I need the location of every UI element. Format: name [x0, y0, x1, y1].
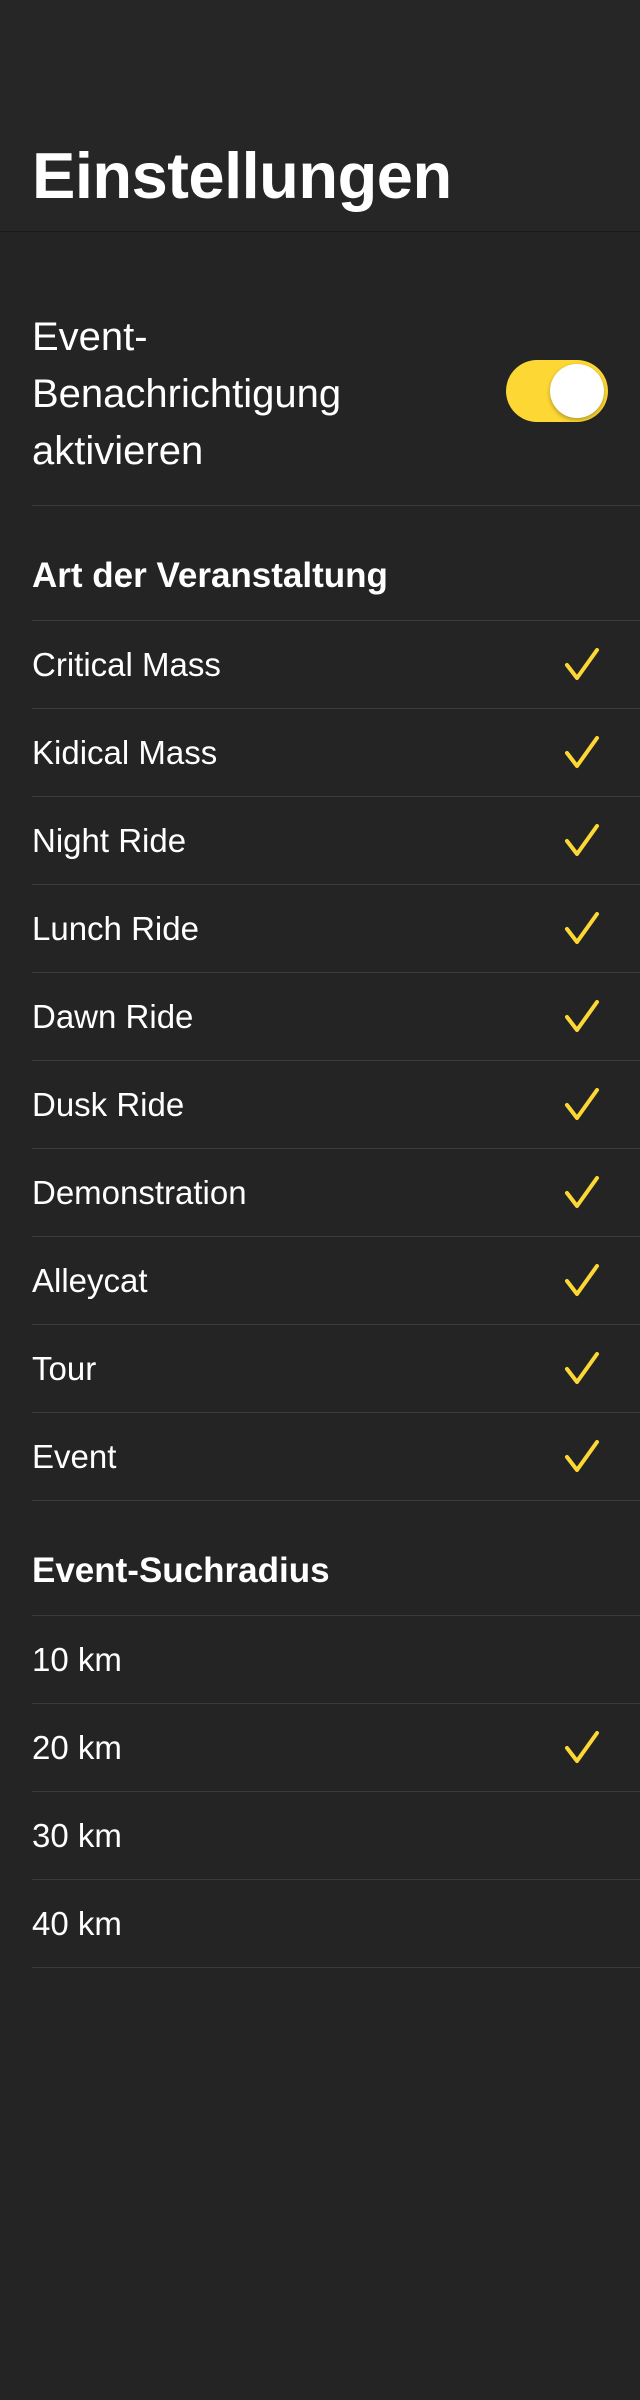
settings-list: Event- Benachrichtigung aktivieren Art d…: [0, 233, 640, 1968]
radius-label: 10 km: [32, 1641, 122, 1678]
event-type-label: Night Ride: [32, 822, 187, 859]
event-type-row-critical-mass[interactable]: Critical Mass: [32, 621, 640, 709]
radius-label: 40 km: [32, 1905, 122, 1942]
radius-row-30-km[interactable]: 30 km: [32, 1792, 640, 1880]
event-type-label: Lunch Ride: [32, 910, 199, 947]
event-type-row-dawn-ride[interactable]: Dawn Ride: [32, 973, 640, 1061]
page-title: Einstellungen: [32, 139, 452, 212]
event-type-label: Tour: [32, 1350, 97, 1387]
navigation-header: Einstellungen: [0, 0, 640, 232]
event-type-label: Critical Mass: [32, 646, 221, 683]
section-header-search-radius: Event-Suchradius: [32, 1501, 640, 1616]
checkmark-icon: [565, 1440, 599, 1472]
event-type-row-demonstration[interactable]: Demonstration: [32, 1149, 640, 1237]
search-radius-list: 10 km 20 km 30 km 40 km: [0, 1616, 640, 1968]
checkmark-icon: [565, 1731, 599, 1763]
event-type-label: Dawn Ride: [32, 998, 194, 1035]
event-type-row-night-ride[interactable]: Night Ride: [32, 797, 640, 885]
checkmark-icon: [565, 648, 599, 680]
checkmark-icon: [565, 824, 599, 856]
radius-row-20-km[interactable]: 20 km: [32, 1704, 640, 1792]
event-type-row-dusk-ride[interactable]: Dusk Ride: [32, 1061, 640, 1149]
checkmark-icon: [565, 1176, 599, 1208]
checkmark-icon: [565, 1000, 599, 1032]
radius-row-40-km[interactable]: 40 km: [32, 1880, 640, 1968]
checkmark-icon: [565, 1352, 599, 1384]
event-type-label: Dusk Ride: [32, 1086, 185, 1123]
checkmark-icon: [565, 1088, 599, 1120]
event-type-list: Critical Mass Kidical Mass Night Ride Lunch…: [0, 621, 640, 1501]
checkmark-icon: [565, 736, 599, 768]
event-type-row-alleycat[interactable]: Alleycat: [32, 1237, 640, 1325]
radius-label: 20 km: [32, 1729, 122, 1766]
event-notification-row: Event- Benachrichtigung aktivieren: [32, 233, 640, 506]
event-type-row-tour[interactable]: Tour: [32, 1325, 640, 1413]
checkmark-icon: [565, 1264, 599, 1296]
event-type-label: Kidical Mass: [32, 734, 218, 771]
event-notification-label: Event- Benachrichtigung aktivieren: [32, 315, 342, 473]
radius-row-10-km[interactable]: 10 km: [32, 1616, 640, 1704]
event-type-label: Demonstration: [32, 1174, 247, 1211]
event-type-row-lunch-ride[interactable]: Lunch Ride: [32, 885, 640, 973]
section-title-search-radius: Event-Suchradius: [32, 1551, 330, 1590]
event-notification-switch[interactable]: [506, 360, 608, 422]
event-type-label: Alleycat: [32, 1262, 148, 1299]
switch-knob: [550, 364, 604, 418]
event-type-row-event[interactable]: Event: [32, 1413, 640, 1501]
event-type-row-kidical-mass[interactable]: Kidical Mass: [32, 709, 640, 797]
section-title-event-types: Art der Veranstaltung: [32, 556, 388, 595]
radius-label: 30 km: [32, 1817, 122, 1854]
section-header-event-types: Art der Veranstaltung: [32, 506, 640, 621]
checkmark-icon: [565, 912, 599, 944]
event-type-label: Event: [32, 1438, 117, 1475]
